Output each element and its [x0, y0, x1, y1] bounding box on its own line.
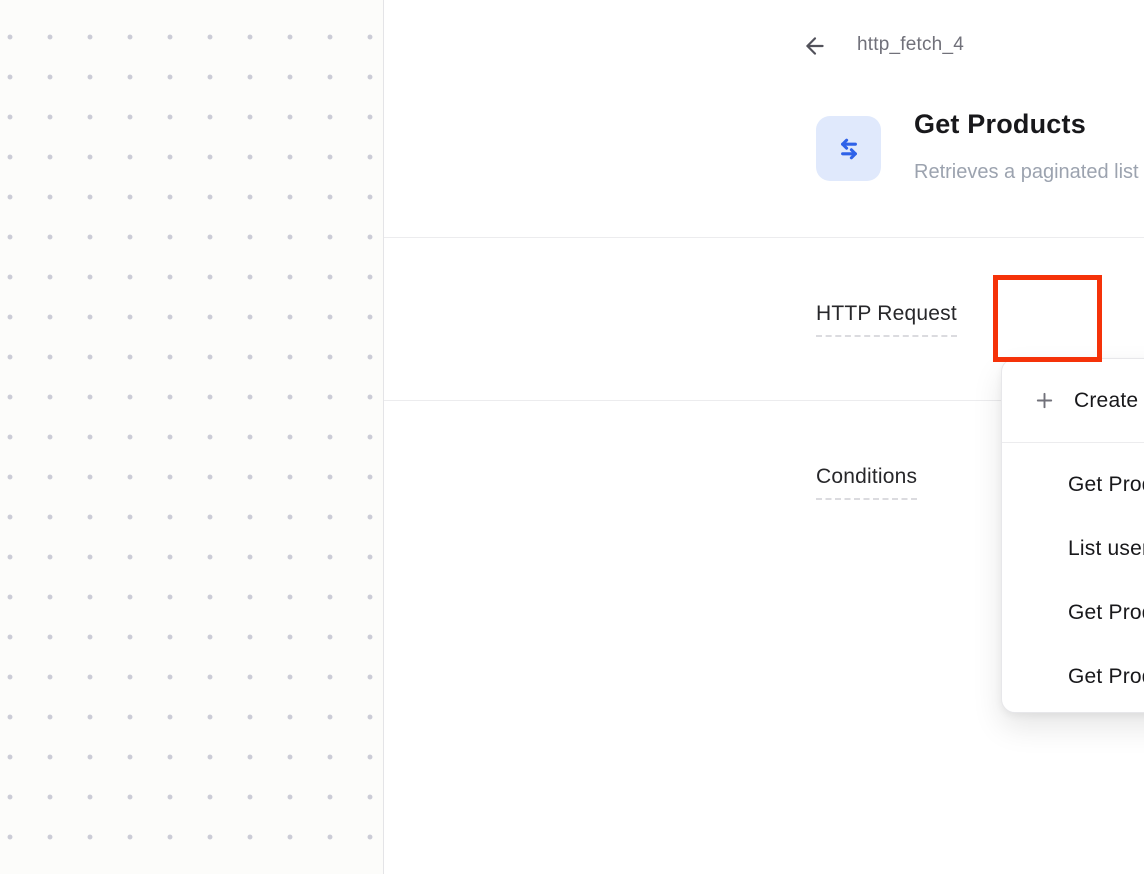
- node-description: Retrieves a paginated list of products f…: [914, 161, 1144, 184]
- node-id-title: http_fetch_4: [857, 34, 964, 56]
- workflow-canvas[interactable]: [0, 0, 383, 874]
- menu-item-get-products-by-category[interactable]: Get Products by Category GET: [1002, 581, 1144, 645]
- menu-item-list-user-subscriptions[interactable]: List user subscriptions GET: [1002, 517, 1144, 581]
- menu-item-label: Get Products by Category: [1068, 601, 1144, 625]
- node-title: Get Products: [914, 109, 1086, 140]
- arrow-left-icon: [802, 47, 828, 62]
- request-list: Get Products GET List user subscriptions…: [1002, 443, 1144, 713]
- menu-item-get-products[interactable]: Get Products GET: [1002, 453, 1144, 517]
- http-request-label: HTTP Request: [816, 302, 957, 337]
- divider: [384, 237, 1144, 238]
- menu-item-label: Get Products Category List: [1068, 665, 1144, 689]
- menu-item-label: Get Products: [1068, 473, 1144, 497]
- node-type-icon-box: [816, 116, 881, 181]
- reusable-request-dropdown-menu: Create a reusable request Get Products G…: [1001, 358, 1144, 713]
- node-detail-panel: http_fetch_4 Get Products Retrieves a pa…: [383, 0, 1144, 874]
- menu-item-label: Create a reusable request: [1074, 389, 1144, 413]
- menu-item-label: List user subscriptions: [1068, 537, 1144, 561]
- menu-item-create-reusable-request[interactable]: Create a reusable request: [1002, 359, 1144, 442]
- menu-item-get-products-category-list[interactable]: Get Products Category List GET: [1002, 645, 1144, 709]
- swap-arrows-icon: [833, 133, 865, 165]
- plus-icon: [1033, 389, 1056, 412]
- conditions-label: Conditions: [816, 465, 917, 500]
- back-button[interactable]: [802, 33, 828, 59]
